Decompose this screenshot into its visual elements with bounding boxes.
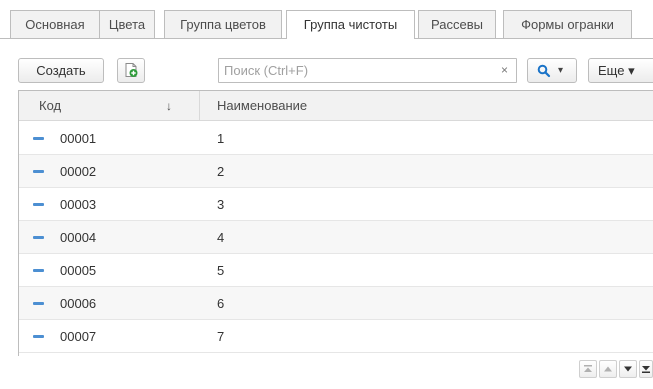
row-marker-icon xyxy=(33,236,44,239)
row-marker-icon xyxy=(33,269,44,272)
tab-sieves[interactable]: Рассевы xyxy=(418,10,496,38)
search-field[interactable]: × xyxy=(218,58,517,83)
row-marker-icon xyxy=(33,203,44,206)
tab-cut-shapes[interactable]: Формы огранки xyxy=(503,10,632,38)
tab-color-group[interactable]: Группа цветов xyxy=(164,10,282,38)
cell-code: 00003 xyxy=(60,197,97,212)
table-row[interactable]: 00004 4 xyxy=(19,221,653,254)
tab-colors[interactable]: Цвета xyxy=(99,10,155,38)
go-first-icon xyxy=(584,365,592,372)
add-document-icon xyxy=(125,63,138,77)
table-row[interactable]: 00005 5 xyxy=(19,254,653,287)
column-header-name[interactable]: Наименование xyxy=(217,91,307,121)
cell-code: 00007 xyxy=(60,329,97,344)
go-last-icon xyxy=(642,366,650,373)
cell-name: 3 xyxy=(217,197,225,212)
tab-purity-group[interactable]: Группа чистоты xyxy=(286,10,415,39)
cell-code: 00002 xyxy=(60,164,97,179)
create-button[interactable]: Создать xyxy=(18,58,104,83)
prev-row-button[interactable] xyxy=(599,360,617,378)
go-up-icon xyxy=(604,366,612,372)
cell-code: 00001 xyxy=(60,131,97,146)
next-row-button[interactable] xyxy=(619,360,637,378)
search-button[interactable]: ▾ xyxy=(527,58,577,83)
table-row[interactable]: 00006 6 xyxy=(19,287,653,320)
chevron-down-icon: ▾ xyxy=(558,65,564,76)
data-table: Код ↓ Наименование 00001 1 00002 2 00003… xyxy=(18,90,653,356)
column-header-code[interactable]: Код xyxy=(39,91,61,121)
table-row[interactable]: 00007 7 xyxy=(19,320,653,353)
copy-button[interactable] xyxy=(117,58,145,83)
sort-arrow-icon: ↓ xyxy=(166,99,172,113)
table-row[interactable]: 00003 3 xyxy=(19,188,653,221)
table-header: Код ↓ Наименование xyxy=(19,91,653,121)
cell-name: 2 xyxy=(217,164,225,179)
column-separator[interactable] xyxy=(199,91,200,121)
table-row[interactable]: 00001 1 xyxy=(19,122,653,155)
cell-name: 5 xyxy=(217,263,225,278)
go-down-icon xyxy=(624,366,632,372)
cell-code: 00005 xyxy=(60,263,97,278)
last-row-button[interactable] xyxy=(639,360,653,378)
cell-code: 00006 xyxy=(60,296,97,311)
search-icon xyxy=(537,64,551,78)
row-marker-icon xyxy=(33,335,44,338)
tab-main[interactable]: Основная xyxy=(10,10,100,38)
row-marker-icon xyxy=(33,302,44,305)
more-button[interactable]: Еще ▾ xyxy=(588,58,653,83)
first-row-button[interactable] xyxy=(579,360,597,378)
cell-name: 6 xyxy=(217,296,225,311)
cell-name: 4 xyxy=(217,230,225,245)
row-marker-icon xyxy=(33,137,44,140)
search-input[interactable] xyxy=(219,59,489,82)
table-row[interactable]: 00002 2 xyxy=(19,155,653,188)
row-marker-icon xyxy=(33,170,44,173)
cell-name: 7 xyxy=(217,329,225,344)
cell-name: 1 xyxy=(217,131,225,146)
cell-code: 00004 xyxy=(60,230,97,245)
clear-icon[interactable]: × xyxy=(501,63,508,77)
